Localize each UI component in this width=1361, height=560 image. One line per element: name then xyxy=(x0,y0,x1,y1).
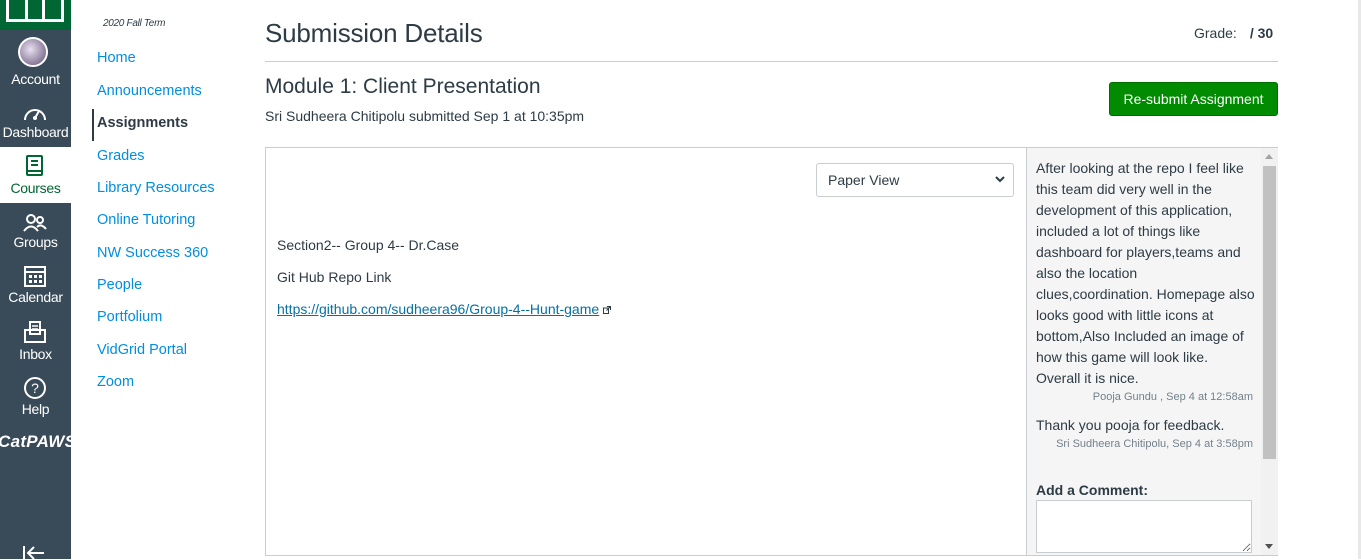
grade: Grade: / 30 xyxy=(1194,25,1273,41)
grade-label: Grade: xyxy=(1194,25,1237,41)
groups-icon xyxy=(23,214,47,232)
nav-groups-label: Groups xyxy=(13,234,58,250)
submission-line-section: Section2-- Group 4-- Dr.Case xyxy=(277,237,460,253)
course-nav-home[interactable]: Home xyxy=(97,50,136,66)
page-title: Submission Details xyxy=(265,18,483,48)
nav-courses-label: Courses xyxy=(10,180,61,196)
submission-line-repo-label: Git Hub Repo Link xyxy=(277,269,392,285)
submission-panel: Paper View Section2-- Group 4-- Dr.Case … xyxy=(265,147,1278,556)
nav-dashboard-label: Dashboard xyxy=(2,124,69,140)
resubmit-assignment-button[interactable]: Re-submit Assignment xyxy=(1109,82,1278,116)
nav-dashboard[interactable]: Dashboard xyxy=(0,100,71,146)
dashboard-icon xyxy=(24,109,46,121)
repo-link-container: https://github.com/sudheera96/Group-4--H… xyxy=(277,301,612,317)
nav-account-label: Account xyxy=(11,71,60,87)
assignment-title: Module 1: Client Presentation xyxy=(265,75,541,98)
nav-calendar[interactable]: Calendar xyxy=(0,263,71,313)
course-nav-nw-success-360[interactable]: NW Success 360 xyxy=(97,245,208,261)
term-label: 2020 Fall Term xyxy=(103,18,166,29)
course-nav-portfolium[interactable]: Portfolium xyxy=(97,309,162,325)
courses-icon xyxy=(26,155,43,176)
course-nav-online-tutoring[interactable]: Online Tutoring xyxy=(97,212,195,228)
global-nav: Account Dashboard Courses Groups Calenda… xyxy=(0,0,76,560)
help-icon: ? xyxy=(24,377,46,399)
comments-scrollbar[interactable] xyxy=(1261,148,1278,555)
repo-link[interactable]: https://github.com/sudheera96/Group-4--H… xyxy=(277,301,599,317)
view-select-value: Paper View xyxy=(828,172,900,188)
comment-meta: Sri Sudheera Chitipolu, Sep 4 at 3:58pm xyxy=(1056,438,1253,450)
submitted-info: Sri Sudheera Chitipolu submitted Sep 1 a… xyxy=(265,108,585,124)
comment-meta: Pooja Gundu , Sep 4 at 12:58am xyxy=(1092,391,1253,403)
nav-help-label: Help xyxy=(21,401,50,417)
nav-calendar-label: Calendar xyxy=(8,289,63,305)
scroll-up-arrow[interactable] xyxy=(1265,154,1273,159)
grade-value: / 30 xyxy=(1249,25,1274,41)
nav-courses[interactable]: Courses xyxy=(0,147,71,203)
active-indicator xyxy=(92,109,94,141)
submission-content: Paper View Section2-- Group 4-- Dr.Case … xyxy=(266,148,1026,555)
course-nav-grades[interactable]: Grades xyxy=(97,148,145,164)
calendar-icon xyxy=(24,266,46,287)
course-nav-vidgrid-portal[interactable]: VidGrid Portal xyxy=(97,342,187,358)
comment-input[interactable] xyxy=(1036,500,1252,553)
avatar xyxy=(18,37,48,67)
chevron-down-icon xyxy=(995,176,1005,183)
external-link-icon xyxy=(603,306,612,315)
svg-text:?: ? xyxy=(31,380,39,396)
catpaws-brand[interactable]: CatPAWS xyxy=(0,432,78,452)
add-comment-label: Add a Comment: xyxy=(1036,482,1148,498)
comment-text: After looking at the repo I feel like th… xyxy=(1036,160,1255,386)
course-nav-library-resources[interactable]: Library Resources xyxy=(97,180,215,196)
course-nav-announcements[interactable]: Announcements xyxy=(97,83,202,99)
course-nav-people[interactable]: People xyxy=(97,277,142,293)
course-nav-zoom[interactable]: Zoom xyxy=(97,374,134,390)
nav-inbox[interactable]: Inbox xyxy=(0,320,71,370)
university-logo[interactable] xyxy=(0,0,71,30)
collapse-nav-icon[interactable] xyxy=(22,546,46,560)
nav-groups[interactable]: Groups xyxy=(0,210,71,256)
nav-help[interactable]: ? Help xyxy=(0,375,71,425)
nav-inbox-label: Inbox xyxy=(19,346,52,362)
scrollbar-thumb[interactable] xyxy=(1263,166,1276,459)
scroll-down-arrow[interactable] xyxy=(1265,544,1273,549)
view-select[interactable]: Paper View xyxy=(816,163,1014,197)
comment-text: Thank you pooja for feedback. xyxy=(1036,417,1225,433)
course-nav-assignments[interactable]: Assignments xyxy=(97,115,188,131)
comments-panel: After looking at the repo I feel like th… xyxy=(1026,148,1278,555)
inbox-icon xyxy=(24,321,46,343)
nav-account[interactable]: Account xyxy=(0,35,71,90)
header-divider xyxy=(265,61,1278,62)
